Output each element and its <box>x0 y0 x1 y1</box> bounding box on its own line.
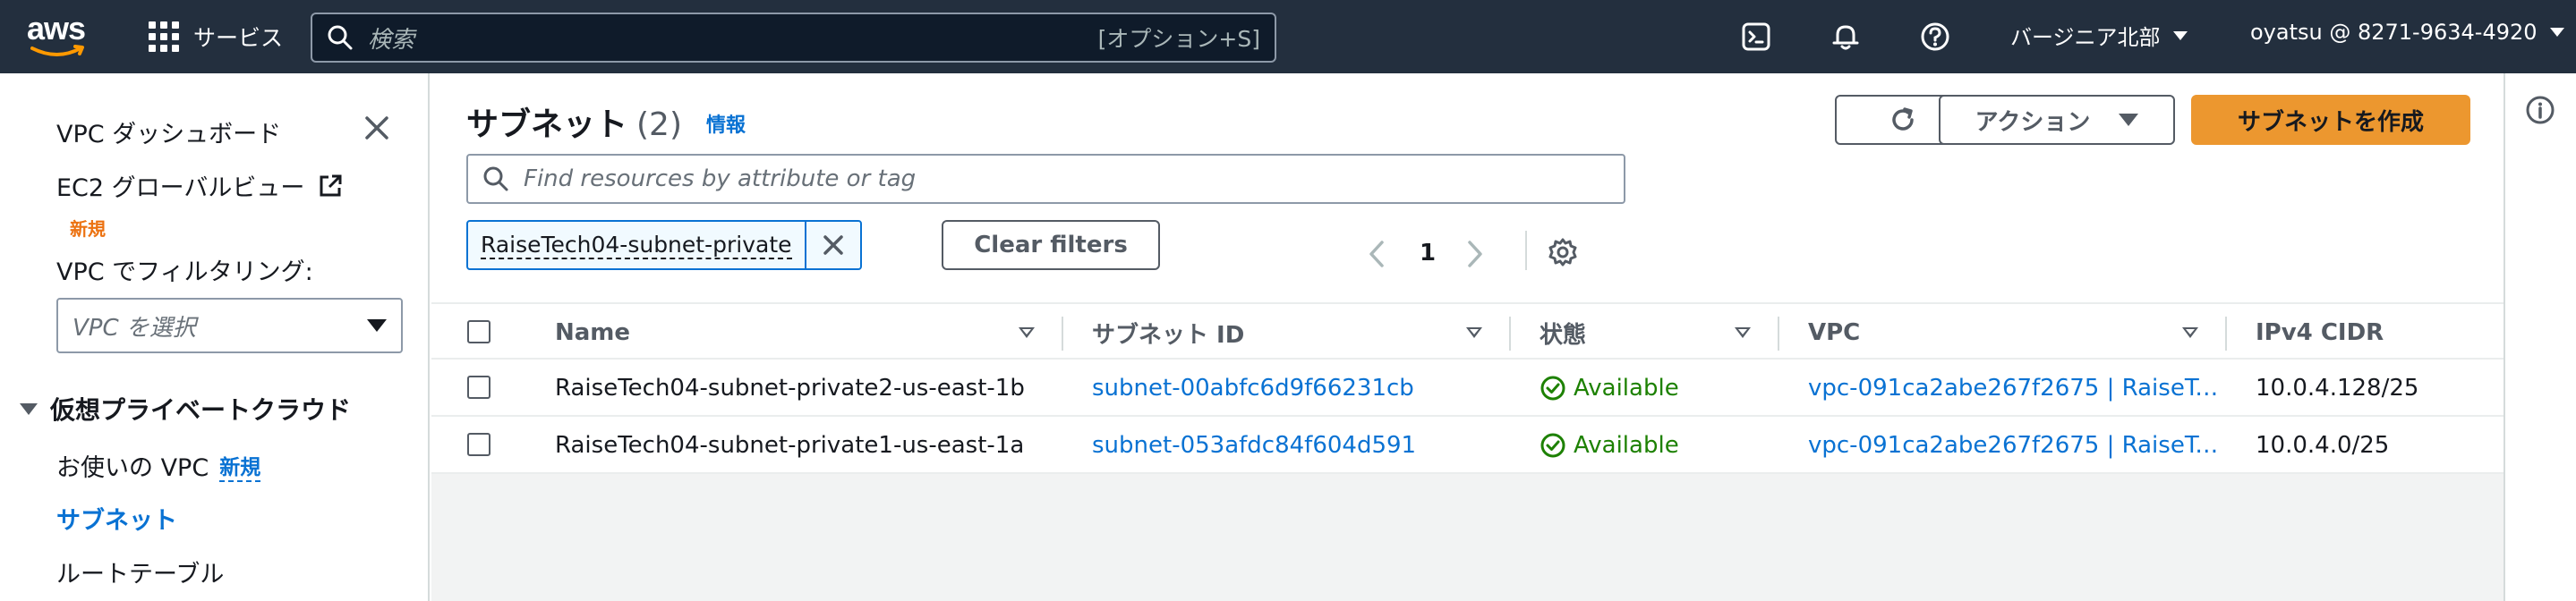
close-icon[interactable] <box>362 113 392 143</box>
resource-filter-input[interactable]: Find resources by attribute or tag <box>466 154 1625 204</box>
subnet-name: RaiseTech04-subnet-private2-us-east-1b <box>555 375 1025 402</box>
remove-filter-button[interactable] <box>806 222 860 268</box>
column-header-name[interactable]: Name <box>555 304 630 361</box>
search-shortcut-hint: [オプション+S] <box>1097 26 1260 52</box>
bell-icon[interactable] <box>1830 21 1862 53</box>
services-label: サービス <box>193 25 284 51</box>
create-subnet-button[interactable]: サブネットを作成 <box>2191 95 2470 145</box>
subnets-table-panel: サブネット (2) 情報 アクション サブネットを作成 Find resource… <box>431 73 2503 474</box>
column-resizer[interactable] <box>2225 317 2227 351</box>
filter-token-label[interactable]: RaiseTech04-subnet-private <box>468 222 806 268</box>
info-icon[interactable] <box>2525 95 2555 125</box>
actions-button[interactable]: アクション <box>1939 95 2175 145</box>
top-navigation-bar: aws サービス 検索 [オプション+S] バージニア北部 oyatsu @ 8… <box>0 0 2576 73</box>
row-checkbox[interactable] <box>467 376 490 399</box>
caret-down-icon <box>2549 28 2564 37</box>
next-page-icon[interactable] <box>1464 240 1486 268</box>
filter-token: RaiseTech04-subnet-private <box>466 220 862 270</box>
caret-down-icon <box>367 319 387 332</box>
sidebar-item-ec2-global-view[interactable]: EC2 グローバルビュー <box>56 168 344 203</box>
status-badge: Available <box>1540 360 1772 417</box>
external-link-icon <box>320 174 342 196</box>
ipv4-cidr: 10.0.4.128/25 <box>2256 375 2419 402</box>
column-resizer[interactable] <box>1778 317 1779 351</box>
vpc-link[interactable]: vpc-091ca2abe267f2675 | RaiseTech04-vpc <box>1808 360 2220 417</box>
vpc-select-placeholder: VPC を選択 <box>73 314 196 342</box>
column-resizer[interactable] <box>1509 317 1511 351</box>
aws-logo[interactable]: aws <box>27 13 91 61</box>
right-tools-rail <box>2503 73 2576 601</box>
vpc-filter-label: VPC でフィルタリング: <box>56 258 313 286</box>
clear-filters-button[interactable]: Clear filters <box>942 220 1160 270</box>
region-label: バージニア北部 <box>2010 25 2161 50</box>
ipv4-cidr: 10.0.4.0/25 <box>2256 432 2390 459</box>
sidebar-item-route-tables[interactable]: ルートテーブル <box>56 554 224 589</box>
sidebar-item-vpc-dashboard[interactable]: VPC ダッシュボード <box>56 114 281 149</box>
sort-icon[interactable] <box>1019 327 1035 338</box>
status-badge: Available <box>1540 417 1772 474</box>
column-header-vpc[interactable]: VPC <box>1808 304 1860 361</box>
subnet-name: RaiseTech04-subnet-private1-us-east-1a <box>555 432 1025 459</box>
vpc-filter-select[interactable]: VPC を選択 <box>56 298 403 353</box>
sidebar-section-virtual-private-cloud[interactable]: 仮想プライベートクラウド <box>20 391 351 427</box>
current-page-number[interactable]: 1 <box>1420 240 1436 267</box>
subnet-id-link[interactable]: subnet-053afdc84f604d591 <box>1092 417 1504 474</box>
row-checkbox[interactable] <box>467 433 490 456</box>
caret-down-icon <box>2119 114 2139 126</box>
sidebar-item-label: EC2 グローバルビュー <box>56 174 305 202</box>
column-resizer[interactable] <box>1062 317 1063 351</box>
help-icon[interactable] <box>1919 21 1951 53</box>
grid-icon <box>149 21 179 52</box>
sidebar-section-label: 仮想プライベートクラウド <box>50 395 352 425</box>
new-badge: 新規 <box>70 218 106 240</box>
check-circle-icon <box>1540 376 1565 401</box>
subnet-id-link[interactable]: subnet-00abfc6d9f66231cb <box>1092 360 1504 417</box>
region-selector[interactable]: バージニア北部 <box>2010 20 2188 51</box>
previous-page-icon[interactable] <box>1366 240 1387 268</box>
account-label: oyatsu @ 8271-9634-4920 <box>2250 20 2538 45</box>
settings-gear-icon[interactable] <box>1547 236 1579 268</box>
filter-placeholder: Find resources by attribute or tag <box>524 165 917 192</box>
cloudshell-icon[interactable] <box>1740 21 1772 53</box>
column-header-state[interactable]: 状態 <box>1540 304 1586 361</box>
check-circle-icon <box>1540 433 1565 458</box>
column-header-subnet-id[interactable]: サブネット ID <box>1092 304 1244 361</box>
sort-icon[interactable] <box>1735 327 1751 338</box>
close-icon <box>823 235 843 255</box>
side-navigation: VPC ダッシュボード EC2 グローバルビュー 新規 VPC でフィルタリング… <box>0 73 430 601</box>
table-header: Name サブネット ID 状態 VPC IPv4 CIDR <box>431 302 2503 360</box>
sidebar-item-label: お使いの VPC <box>56 454 209 482</box>
global-search-input[interactable]: 検索 [オプション+S] <box>311 13 1276 63</box>
info-link[interactable]: 情報 <box>706 109 746 138</box>
actions-label: アクション <box>1975 108 2091 136</box>
sort-icon[interactable] <box>2182 327 2198 338</box>
sidebar-item-subnets[interactable]: サブネット <box>56 501 177 536</box>
caret-down-icon <box>2172 30 2188 40</box>
table-row[interactable]: RaiseTech04-subnet-private1-us-east-1a s… <box>431 417 2503 474</box>
refresh-icon <box>1892 107 1914 131</box>
search-icon <box>483 166 508 191</box>
aws-smile-icon <box>30 45 84 56</box>
table-row[interactable]: RaiseTech04-subnet-private2-us-east-1b s… <box>431 360 2503 417</box>
account-menu[interactable]: oyatsu @ 8271-9634-4920 <box>2250 20 2564 45</box>
search-icon <box>328 25 353 50</box>
page-title: サブネット (2) <box>466 106 683 143</box>
main-content: サブネット (2) 情報 アクション サブネットを作成 Find resource… <box>431 73 2503 601</box>
new-badge: 新規 <box>219 450 261 482</box>
sidebar-item-your-vpcs[interactable]: お使いの VPC 新規 <box>56 448 261 483</box>
services-menu-button[interactable]: サービス <box>149 18 283 55</box>
search-placeholder: 検索 <box>368 26 415 54</box>
column-header-ipv4-cidr[interactable]: IPv4 CIDR <box>2256 304 2384 361</box>
caret-down-icon <box>20 402 38 415</box>
select-all-checkbox[interactable] <box>467 320 490 343</box>
vpc-link[interactable]: vpc-091ca2abe267f2675 | RaiseTech04-vpc <box>1808 417 2220 474</box>
subnet-count: (2) <box>636 106 683 143</box>
sort-icon[interactable] <box>1466 327 1482 338</box>
divider <box>1525 231 1527 270</box>
